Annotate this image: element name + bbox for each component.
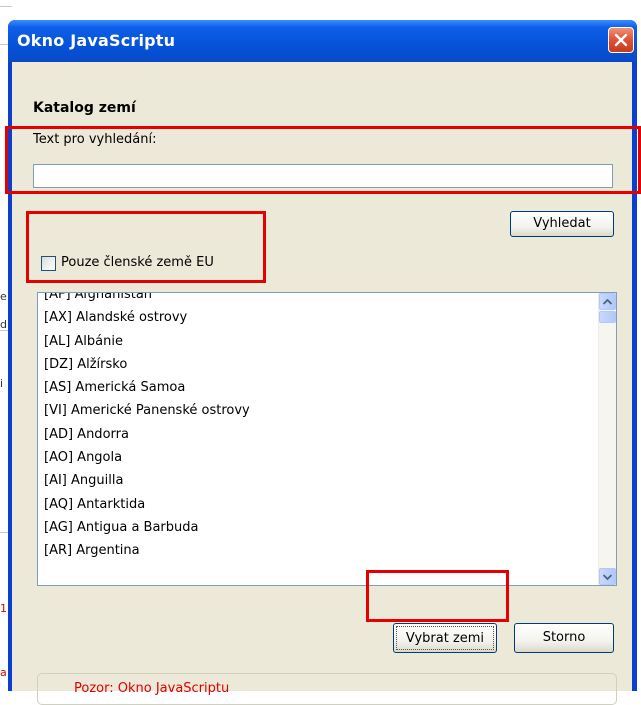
search-input[interactable]: [33, 164, 613, 188]
scroll-thumb[interactable]: [599, 311, 616, 323]
eu-only-checkbox[interactable]: [41, 256, 56, 271]
country-list-item[interactable]: [AO] Angola: [44, 446, 584, 469]
dialog-body: Katalog zemí Text pro vyhledání: Vyhleda…: [12, 62, 632, 705]
country-list-item[interactable]: [AX] Alandské ostrovy: [44, 306, 584, 329]
country-list-item[interactable]: [AL] Albánie: [44, 330, 584, 353]
select-country-label: Vybrat zemi: [396, 626, 494, 650]
country-list-item[interactable]: [VI] Americké Panenské ostrovy: [44, 399, 584, 422]
close-button[interactable]: [608, 27, 634, 53]
country-list-item[interactable]: [AF] Afghánistán: [44, 293, 584, 306]
status-text: Pozor: Okno JavaScriptu: [74, 681, 230, 696]
country-list-items: [AF] Afghánistán [AX] Alandské ostrovy [AL…: [44, 293, 584, 563]
search-label: Text pro vyhledání:: [33, 132, 157, 147]
scroll-up-button[interactable]: [599, 293, 616, 310]
list-scrollbar[interactable]: [598, 293, 616, 585]
chevron-down-icon: [603, 573, 612, 580]
select-country-button[interactable]: Vybrat zemi: [393, 623, 497, 653]
background-text: a: [0, 666, 7, 679]
javascript-dialog-window: Okno JavaScriptu Katalog zemí Text pro v…: [8, 20, 637, 705]
country-list-item[interactable]: [AI] Anguilla: [44, 469, 584, 492]
country-list-item[interactable]: [AG] Antigua a Barbuda: [44, 516, 584, 539]
country-list-item[interactable]: [DZ] Alžírsko: [44, 353, 584, 376]
window-title: Okno JavaScriptu: [17, 31, 176, 50]
country-list-item[interactable]: [AD] Andorra: [44, 423, 584, 446]
country-list[interactable]: [AF] Afghánistán [AX] Alandské ostrovy [AL…: [37, 292, 617, 586]
country-list-item[interactable]: [AS] Americká Samoa: [44, 376, 584, 399]
title-bar[interactable]: Okno JavaScriptu: [8, 20, 637, 62]
scroll-down-button[interactable]: [599, 568, 616, 585]
cancel-button[interactable]: Storno: [514, 623, 614, 653]
chevron-up-icon: [603, 298, 612, 305]
background-divider: [0, 6, 12, 7]
background-text: 1: [0, 602, 7, 615]
country-list-item[interactable]: [AQ] Antarktida: [44, 493, 584, 516]
section-title: Katalog zemí: [33, 100, 136, 116]
status-box: Pozor: Okno JavaScriptu: [37, 673, 617, 705]
eu-only-label[interactable]: Pouze členské země EU: [61, 255, 214, 270]
background-text: e: [0, 290, 7, 303]
background-text: i: [0, 377, 4, 390]
close-icon: [614, 33, 628, 47]
search-button[interactable]: Vyhledat: [510, 211, 614, 237]
country-list-item[interactable]: [AR] Argentina: [44, 539, 584, 562]
